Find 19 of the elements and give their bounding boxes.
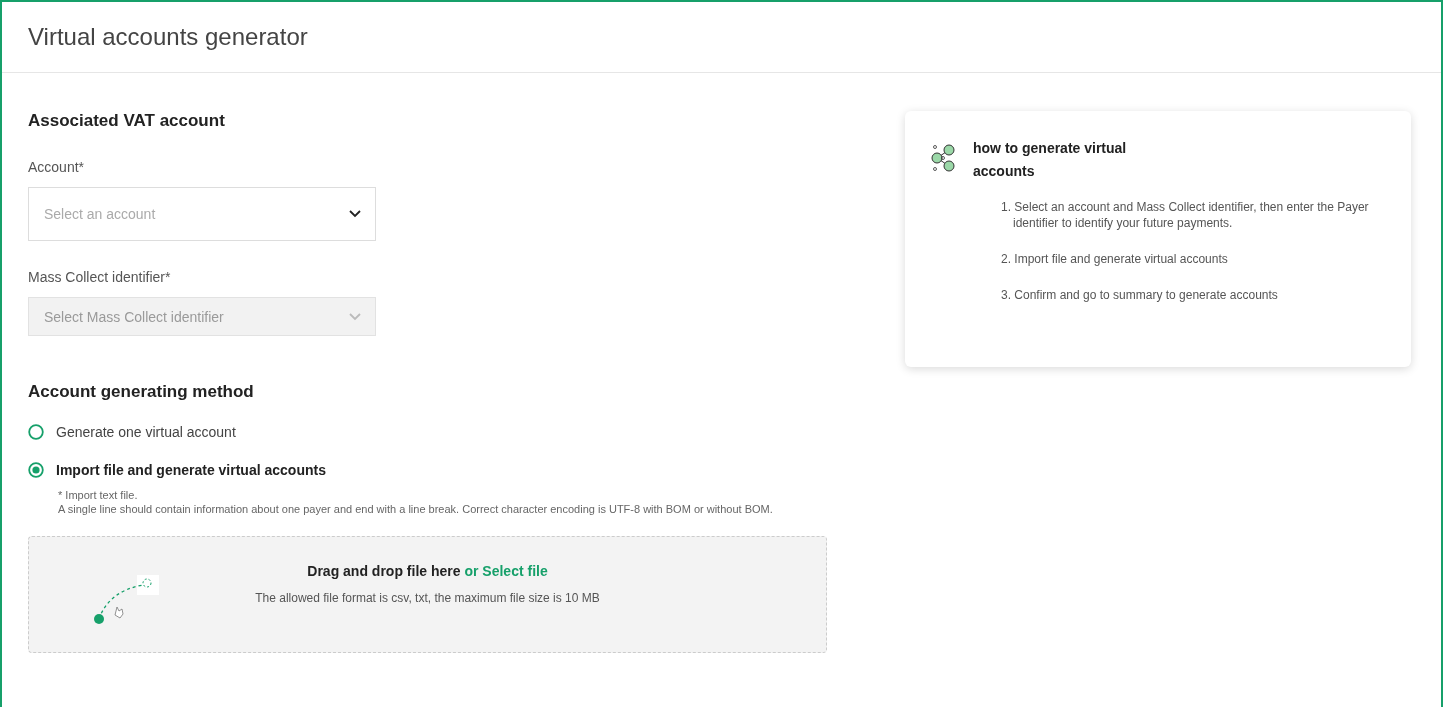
dropzone-hint: The allowed file format is csv, txt, the maximum file size is 10 MB [255, 591, 600, 605]
field-label: Account* [28, 159, 86, 175]
step-text: 2. Import file and generate virtual accounts [1001, 251, 1229, 267]
card-title: how to generate virtual accounts [973, 139, 1128, 181]
field-label: Mass Collect identifier* [28, 269, 172, 285]
network-icon [929, 143, 957, 173]
page-title: Virtual accounts generator [28, 23, 308, 51]
dropzone-text: Drag and drop file here or Select file [307, 563, 548, 579]
step-text: 1. Select an account and Mass Collect identifier, then enter the Payer identifier to identify your future payments. [1001, 199, 1370, 231]
radio-option[interactable]: Import file and generate virtual accounts [28, 462, 326, 478]
radio-option[interactable]: Generate one virtual account [28, 424, 236, 440]
step-text: 3. Confirm and go to summary to generate accounts [1001, 287, 1279, 303]
section-heading: Account generating method [28, 382, 255, 402]
file-dropzone[interactable]: Drag and drop file here or Select file The allowed file format is csv, txt, the maximum file size is 10 MB [28, 536, 827, 653]
chevron-down-icon [349, 210, 361, 218]
section-heading: Associated VAT account [28, 111, 226, 131]
chevron-down-icon [349, 312, 361, 321]
description-text: A single line should contain information about one payer and end with a line break. Correct character encoding is UTF-8 with BOM or without BOM. [58, 502, 774, 516]
note-text: * Import text file. [58, 488, 139, 502]
